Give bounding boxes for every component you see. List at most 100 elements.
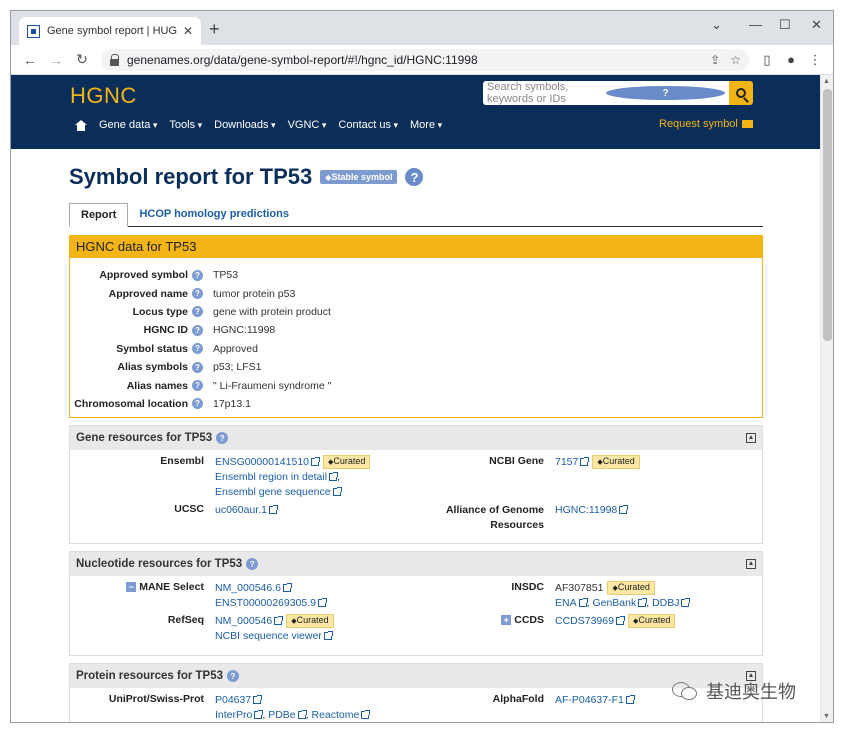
menu-kebab-icon[interactable]: ⋮	[803, 52, 827, 68]
refseq-link[interactable]: NM_000546	[215, 615, 272, 627]
site-header: HGNC Search symbols, keywords or IDs ? G…	[11, 75, 821, 149]
nucleotide-resources-heading: Nucleotide resources for TP53	[76, 558, 243, 571]
side-panel-icon[interactable]: ▯	[755, 52, 779, 68]
window-close-icon[interactable]: ✕	[811, 17, 822, 33]
pdbe-link[interactable]: PDBe	[268, 709, 295, 721]
help-icon[interactable]: ?	[246, 558, 259, 571]
favicon-icon	[27, 24, 40, 38]
hgnc-data-key: Alias symbols	[117, 361, 188, 374]
refseq-values: NM_000546 Curated NCBI sequence viewer	[215, 614, 334, 644]
maximize-icon[interactable]: ☐	[779, 17, 791, 33]
back-icon[interactable]: ←	[17, 52, 43, 68]
minus-toggle-icon[interactable]: −	[126, 582, 137, 593]
uniprot-link[interactable]: P04637	[215, 694, 251, 706]
url-text[interactable]: genenames.org/data/gene-symbol-report/#!…	[127, 53, 700, 67]
help-icon[interactable]: ?	[192, 343, 203, 355]
curated-badge: Curated	[286, 614, 334, 629]
scroll-down-icon[interactable]: ▼	[823, 713, 830, 720]
ncbi-gene-link[interactable]: 7157	[555, 456, 578, 468]
bookmark-star-icon[interactable]: ☆	[730, 53, 741, 67]
address-bar[interactable]: genenames.org/data/gene-symbol-report/#!…	[101, 48, 749, 71]
help-icon[interactable]: ?	[192, 398, 203, 410]
close-icon[interactable]: ✕	[183, 24, 193, 38]
help-icon[interactable]: ?	[216, 432, 229, 445]
plus-toggle-icon[interactable]: +	[501, 615, 512, 626]
external-link-icon	[254, 710, 264, 720]
nav-gene-data[interactable]: Gene data	[99, 119, 157, 131]
minimize-icon[interactable]: —	[749, 17, 762, 32]
search-button[interactable]	[729, 81, 753, 105]
chevron-down-icon[interactable]: ⌄	[711, 17, 722, 33]
profile-icon[interactable]: ●	[779, 52, 803, 67]
help-icon[interactable]: ?	[192, 361, 203, 373]
help-icon[interactable]: ?	[192, 269, 203, 281]
external-link-icon	[318, 598, 327, 608]
collapse-icon[interactable]	[746, 559, 756, 570]
ensembl-region-link[interactable]: Ensembl region in detail	[215, 471, 327, 483]
gene-resources-body: Ensembl ENSG00000141510 Curated Ensembl r…	[70, 450, 762, 543]
nav-downloads[interactable]: Downloads	[214, 119, 275, 131]
search-help-icon[interactable]: ?	[606, 86, 725, 100]
hgnc-data-heading: HGNC data for TP53	[70, 236, 762, 258]
scroll-up-icon[interactable]: ▲	[823, 78, 830, 85]
ucsc-link[interactable]: uc060aur.1	[215, 504, 267, 516]
ncbi-gene-values: 7157 Curated	[555, 455, 640, 470]
reload-icon[interactable]: ↻	[69, 51, 95, 68]
alphafold-link[interactable]: AF-P04637-F1	[555, 694, 624, 706]
genbank-link[interactable]: GenBank	[592, 597, 636, 609]
help-icon[interactable]: ?	[192, 380, 203, 392]
external-link-icon	[332, 487, 342, 497]
home-icon[interactable]	[75, 119, 87, 131]
alphafold-label: AlphaFold	[492, 693, 544, 706]
nav-more[interactable]: More	[410, 119, 442, 131]
new-tab-icon[interactable]: +	[209, 19, 220, 40]
collapse-icon[interactable]	[746, 433, 756, 444]
nav-tools[interactable]: Tools	[169, 119, 202, 131]
lock-icon[interactable]	[109, 53, 121, 66]
mane-values: NM_000546.6 ENST00000269305.9	[215, 581, 327, 611]
share-icon[interactable]: ⇪	[710, 53, 720, 67]
interpro-link[interactable]: InterPro	[215, 709, 252, 721]
tab-title: Gene symbol report | HUGO G	[47, 25, 177, 37]
tab-hcop[interactable]: HCOP homology predictions	[128, 203, 300, 226]
nav-contact-us[interactable]: Contact us	[338, 119, 398, 131]
external-link-icon	[274, 616, 284, 626]
scrollbar[interactable]: ▲ ▼	[820, 75, 833, 722]
forward-icon[interactable]: →	[43, 52, 69, 68]
ncbi-gene-label: NCBI Gene	[489, 455, 544, 468]
ensembl-id-link[interactable]: ENSG00000141510	[215, 456, 309, 468]
hgnc-logo[interactable]: HGNC	[70, 83, 137, 109]
ccds-link[interactable]: CCDS73969	[555, 615, 614, 627]
gene-resources-header[interactable]: Gene resources for TP53 ?	[70, 426, 762, 451]
mane-enst-link[interactable]: ENST00000269305.9	[215, 597, 316, 609]
ensembl-sequence-link[interactable]: Ensembl gene sequence	[215, 486, 331, 498]
hgnc-data-key: Approved name	[108, 287, 188, 300]
protein-resources-header[interactable]: Protein resources for TP53 ?	[70, 664, 762, 689]
mane-nm-link[interactable]: NM_000546.6	[215, 582, 281, 594]
hgnc-data-value: tumor protein p53	[213, 287, 296, 300]
help-icon[interactable]: ?	[192, 324, 203, 336]
request-symbol-label[interactable]: Request symbol	[659, 118, 738, 130]
mane-select-label: − MANE Select	[126, 581, 204, 593]
scrollbar-thumb[interactable]	[823, 89, 832, 341]
nucleotide-resources-header[interactable]: Nucleotide resources for TP53 ?	[70, 552, 762, 577]
help-icon[interactable]: ?	[405, 168, 424, 186]
browser-tab[interactable]: Gene symbol report | HUGO G ✕	[19, 17, 201, 45]
search-icon	[736, 88, 746, 98]
request-symbol-link[interactable]: Request symbol	[659, 118, 753, 130]
ncbi-sequence-viewer-link[interactable]: NCBI sequence viewer	[215, 630, 322, 642]
reactome-link[interactable]: Reactome	[311, 709, 359, 721]
nav-vgnc[interactable]: VGNC	[288, 119, 327, 131]
search-input[interactable]: Search symbols, keywords or IDs ?	[483, 81, 729, 105]
browser-toolbar: ← → ↻ genenames.org/data/gene-symbol-rep…	[11, 45, 833, 75]
uniprot-label: UniProt/Swiss-Prot	[108, 693, 204, 706]
hgnc-data-key: Symbol status	[116, 342, 188, 355]
external-link-icon	[253, 695, 263, 705]
tab-report[interactable]: Report	[69, 203, 129, 227]
ena-link[interactable]: ENA	[555, 597, 577, 609]
alliance-link[interactable]: HGNC:11998	[555, 504, 617, 516]
help-icon[interactable]: ?	[192, 288, 203, 300]
help-icon[interactable]: ?	[227, 670, 239, 683]
ddbj-link[interactable]: DDBJ	[652, 597, 679, 609]
help-icon[interactable]: ?	[192, 306, 203, 318]
